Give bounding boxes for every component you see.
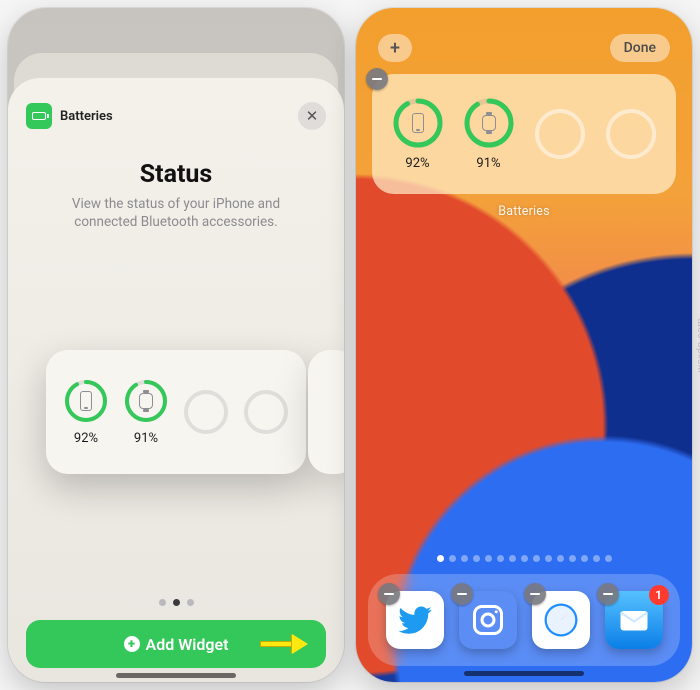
battery-widget-medium: 92% 91% [46,350,306,474]
app-safari[interactable] [532,591,590,649]
page-dot[interactable] [473,555,480,562]
battery-slot: 91% [118,379,174,446]
watch-icon [464,98,514,148]
iphone-icon [393,98,443,148]
battery-percent: 91% [134,431,158,446]
watermark: wsxdn.com [696,318,700,373]
done-button[interactable]: Done [610,34,670,62]
battery-ring-iphone [393,98,443,148]
page-dot[interactable] [521,555,528,562]
battery-slot: 91% [458,98,520,171]
page-dot[interactable] [593,555,600,562]
battery-slot-empty [529,109,591,159]
battery-slot-empty [600,109,662,159]
page-dot[interactable] [533,555,540,562]
page-dot[interactable] [159,599,166,606]
page-dot[interactable] [509,555,516,562]
page-dot[interactable] [173,599,180,606]
remove-widget-button[interactable] [366,68,388,90]
widget-subtitle: View the status of your iPhone and conne… [26,195,326,231]
notification-badge: 1 [649,585,669,605]
remove-app-button[interactable] [597,583,619,605]
page-dot[interactable] [581,555,588,562]
page-dot[interactable] [187,599,194,606]
widget-name-label: Batteries [498,204,550,219]
app-instagram[interactable] [459,591,517,649]
app-twitter[interactable] [386,591,444,649]
app-mail[interactable]: 1 [605,591,663,649]
home-screen-jiggle: + Done 92% 91% Batteries [356,8,692,682]
page-indicator[interactable] [26,599,326,606]
add-widget-label: Add Widget [146,635,229,654]
sheet-header: Batteries ✕ [26,102,326,130]
battery-percent: 92% [405,156,429,171]
page-dot[interactable] [449,555,456,562]
battery-appicon [26,103,52,129]
remove-app-button[interactable] [524,583,546,605]
battery-widget[interactable]: 92% 91% [372,74,676,194]
add-widget-plus[interactable]: + [378,34,412,62]
add-widget-button[interactable]: + Add Widget [26,620,326,668]
widget-title: Status [26,160,326,189]
page-dot[interactable] [497,555,504,562]
widget-picker-screen: Batteries ✕ Status View the status of yo… [8,8,344,682]
plus-icon: + [124,636,140,652]
widget-preview[interactable]: 92% 91% [26,231,326,593]
page-dot[interactable] [545,555,552,562]
remove-app-button[interactable] [451,583,473,605]
widget-picker-sheet: Batteries ✕ Status View the status of yo… [8,78,344,682]
battery-ring-watch [124,379,168,423]
remove-app-button[interactable] [378,583,400,605]
battery-slot-empty [238,390,294,434]
battery-ring-watch [464,98,514,148]
battery-slot-empty [178,390,234,434]
home-indicator[interactable] [464,671,584,676]
battery-ring-iphone [64,379,108,423]
dock: 1 [368,574,680,666]
page-dot[interactable] [485,555,492,562]
page-dot[interactable] [461,555,468,562]
page-dot[interactable] [437,555,444,562]
iphone-icon [64,379,108,423]
page-dot[interactable] [605,555,612,562]
widget-app-name: Batteries [60,109,113,124]
page-dot[interactable] [557,555,564,562]
annotation-arrow [260,634,308,654]
close-button[interactable]: ✕ [298,102,326,130]
watch-icon [124,379,168,423]
battery-percent: 91% [476,156,500,171]
battery-slot: 92% [58,379,114,446]
page-dot[interactable] [569,555,576,562]
battery-percent: 92% [74,431,98,446]
home-indicator[interactable] [116,673,236,678]
battery-slot: 92% [387,98,449,171]
homescreen-widget-wrap: 92% 91% Batteries [372,74,676,219]
page-dots[interactable] [356,555,692,562]
jiggle-controls: + Done [356,34,692,62]
next-widget-peek[interactable] [308,350,344,474]
